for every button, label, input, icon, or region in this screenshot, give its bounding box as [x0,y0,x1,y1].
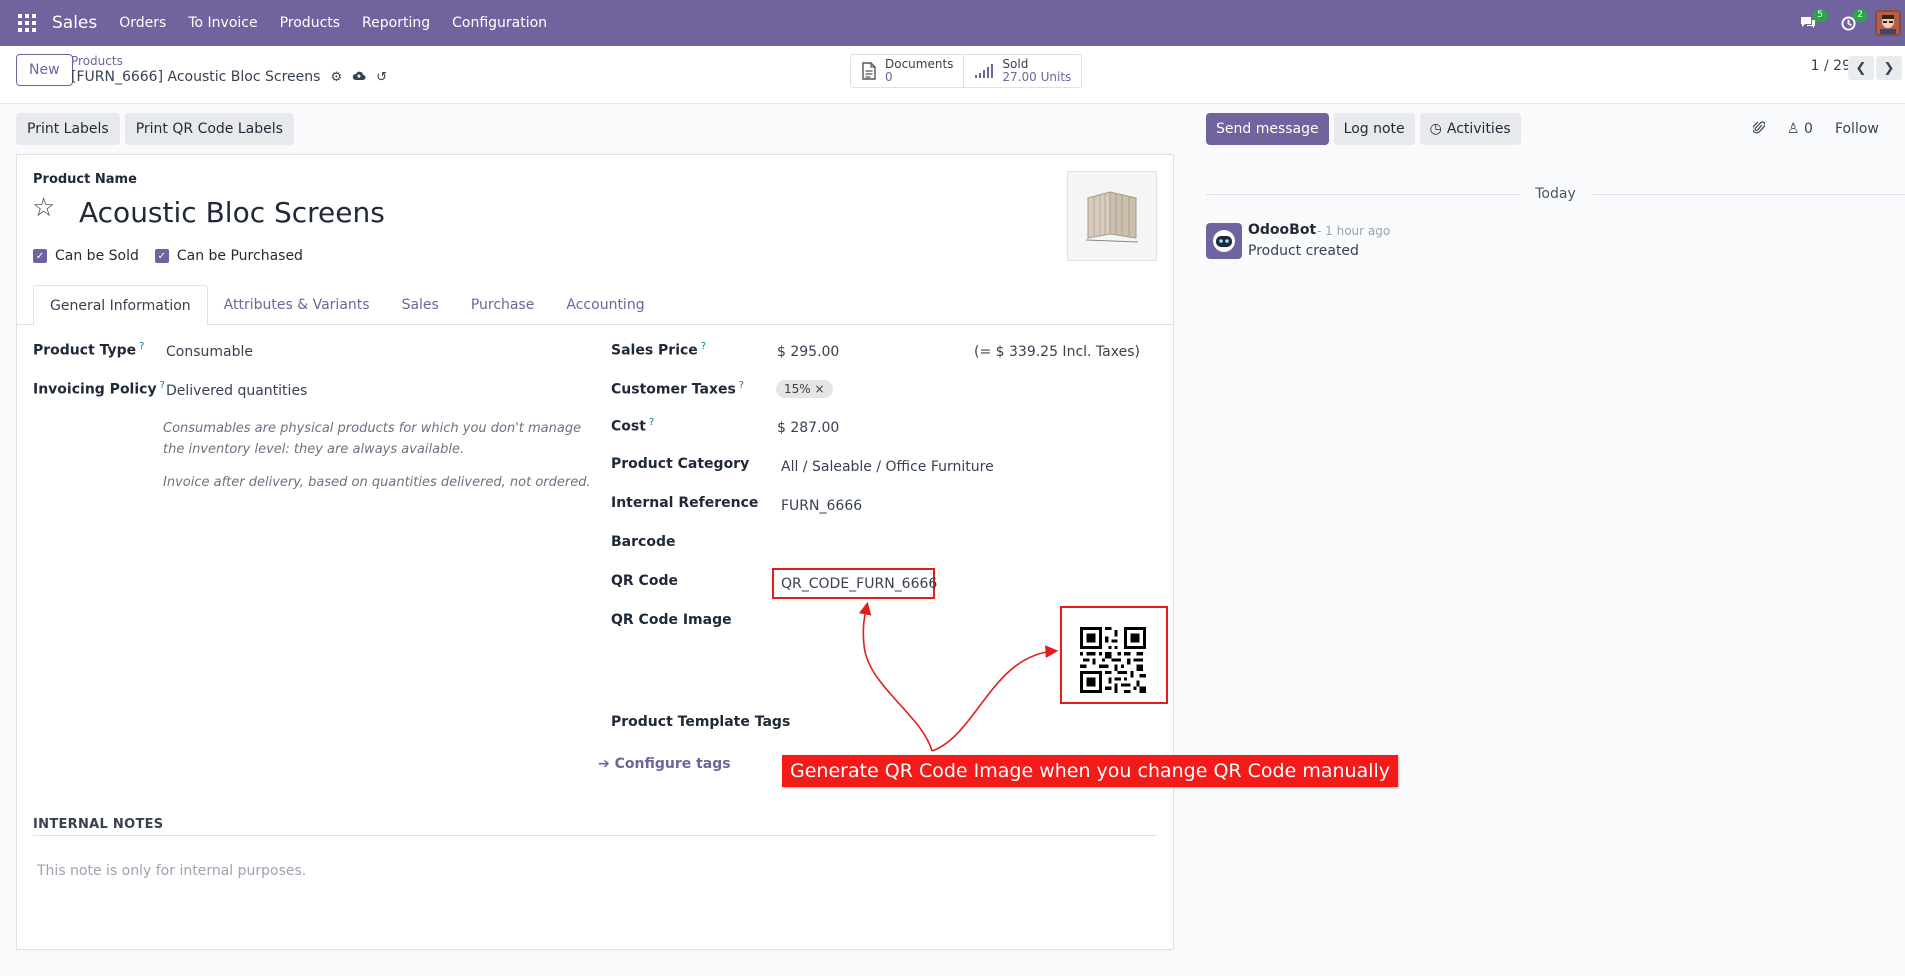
person-icon: ♙ [1787,121,1800,137]
annotation-callout: Generate QR Code Image when you change Q… [782,755,1399,787]
activities-clock-icon[interactable]: 2 [1835,9,1867,36]
date-separator-label: Today [1535,186,1576,202]
followers-button[interactable]: ♙ 0 [1787,121,1813,137]
print-qr-code-labels-button[interactable]: Print QR Code Labels [124,113,294,145]
form-action-buttons: Print Labels Print QR Code Labels [16,113,294,145]
breadcrumb-products[interactable]: Products [71,54,123,68]
navbar: Sales Orders To Invoice Products Reporti… [0,0,1905,46]
breadcrumb-current: [FURN_6666] Acoustic Bloc Screens [71,69,321,85]
send-message-button[interactable]: Send message [1206,113,1329,145]
menu-products[interactable]: Products [280,15,340,31]
smart-buttons: Documents 0 Sold 27.00 Units [850,54,1083,88]
annotation-arrows [858,601,1059,752]
activities-label: Activities [1446,121,1511,137]
gear-icon[interactable]: ⚙ [330,70,342,85]
activities-button[interactable]: ◷ Activities [1419,113,1521,145]
documents-count: 0 [885,70,893,84]
pager-next-icon[interactable]: ❯ [1876,56,1902,80]
odoobot-avatar[interactable] [1206,223,1242,259]
arrow-to-qr-image [931,645,1059,752]
new-button[interactable]: New [16,54,73,86]
menu-to-invoice[interactable]: To Invoice [188,15,257,31]
documents-smart-button[interactable]: Documents 0 [851,55,963,87]
activities-badge: 2 [1853,9,1867,22]
message-timestamp: - 1 hour ago [1317,224,1391,238]
form-sheet: Product Name ☆ Acoustic Bloc Screens ✓ C… [16,154,1174,950]
sold-smart-button[interactable]: Sold 27.00 Units [963,55,1081,87]
message-author[interactable]: OdooBot [1248,222,1316,238]
arrow-to-qr-code [858,601,933,752]
chatter-buttons: Send message Log note ◷ Activities [1206,113,1521,145]
menu-orders[interactable]: Orders [119,15,166,31]
internal-notes-field[interactable]: This note is only for internal purposes. [37,863,306,879]
message-body: Product created [1248,243,1359,259]
configure-tags-label: Configure tags [614,756,731,772]
pager-buttons: ❮ ❯ [1848,56,1902,80]
paperclip-icon[interactable] [1752,120,1766,139]
app-name[interactable]: Sales [52,13,97,33]
messages-icon[interactable]: 5 [1795,9,1827,36]
followers-count: 0 [1804,121,1813,137]
apps-menu-icon[interactable] [18,14,36,32]
clock-icon: ◷ [1429,121,1442,137]
arrow-right-icon: ➔ [598,756,610,772]
systray: 5 2 [1795,0,1905,46]
document-icon [861,61,877,81]
breadcrumb: [FURN_6666] Acoustic Bloc Screens ⚙ ↺ [71,69,387,85]
internal-notes-heading: INTERNAL NOTES [33,817,164,832]
pager-value[interactable]: 1 / 29 [1811,58,1851,74]
menu-reporting[interactable]: Reporting [362,15,430,31]
internal-notes-divider [33,835,1157,836]
user-avatar[interactable] [1875,10,1901,36]
discard-icon[interactable]: ↺ [376,70,387,85]
menu-configuration[interactable]: Configuration [452,15,547,31]
configure-tags-link[interactable]: ➔ Configure tags [598,756,731,772]
pager-previous-icon[interactable]: ❮ [1848,56,1874,80]
log-note-button[interactable]: Log note [1333,113,1415,145]
sold-value: 27.00 Units [1002,70,1072,84]
control-panel: New Products [FURN_6666] Acoustic Bloc S… [0,46,1905,104]
documents-label: Documents [885,57,954,71]
print-labels-button[interactable]: Print Labels [16,113,120,145]
follow-button[interactable]: Follow [1835,121,1879,137]
signal-bars-icon [974,63,994,79]
date-separator: Today [1206,186,1905,202]
messages-badge: 5 [1813,9,1827,22]
cloud-save-icon[interactable] [352,70,366,85]
chatter-topbar-right: ♙ 0 Follow [1752,113,1879,145]
